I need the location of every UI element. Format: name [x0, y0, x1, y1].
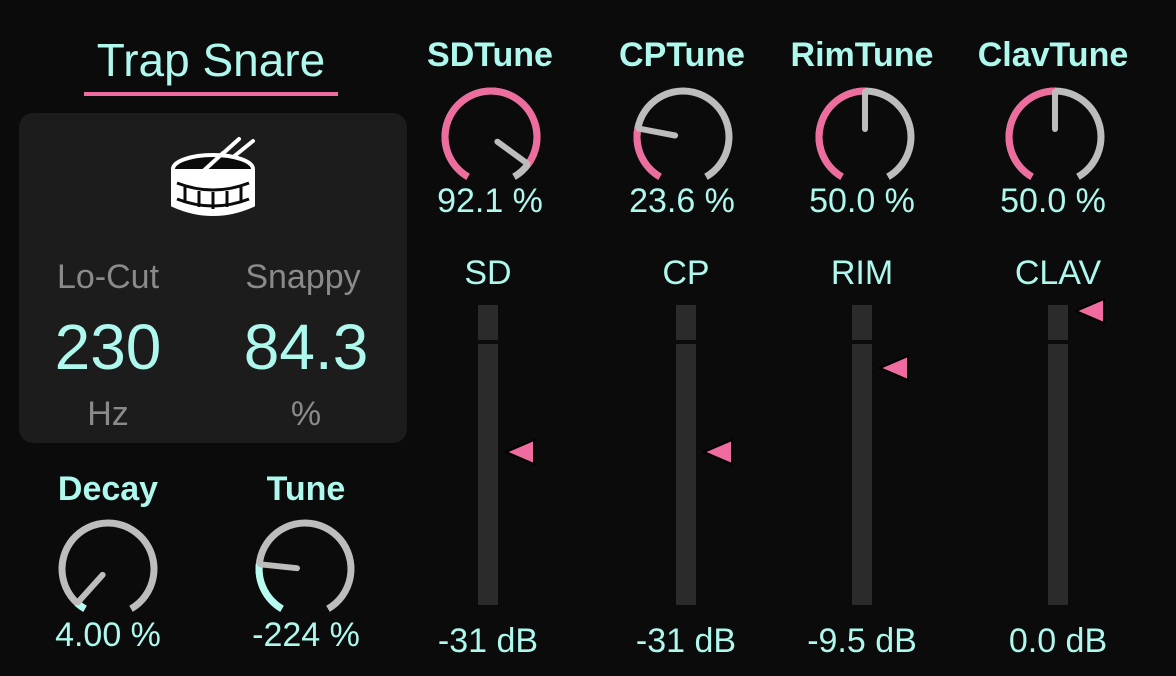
channel-fader-sd[interactable]: [478, 305, 498, 605]
locut-unit: Hz: [87, 395, 129, 433]
rimtune-value[interactable]: 50.0 %: [782, 182, 942, 221]
tune-knob[interactable]: [252, 516, 358, 622]
sdtune-knob[interactable]: [438, 84, 544, 190]
fader-marker-icon[interactable]: [701, 438, 734, 466]
fader-marker-icon[interactable]: [1073, 297, 1106, 325]
channel-label-cp: CP: [662, 254, 710, 292]
channel-fader-cp[interactable]: [676, 305, 696, 605]
fader-marker-icon[interactable]: [877, 354, 910, 382]
snappy-value[interactable]: 84.3: [218, 310, 394, 384]
locut-label: Lo-Cut: [56, 258, 160, 296]
clavtune-value[interactable]: 50.0 %: [973, 182, 1133, 221]
snappy-label: Snappy: [245, 258, 361, 296]
cptune-value[interactable]: 23.6 %: [602, 182, 762, 221]
tune-label: Tune: [266, 470, 346, 508]
decay-label: Decay: [57, 470, 159, 508]
channel-fader-clav[interactable]: [1048, 305, 1068, 605]
rimtune-knob[interactable]: [812, 84, 918, 190]
snare-drum-icon: [163, 135, 263, 227]
cptune-label: CPTune: [619, 36, 745, 74]
channel-label-sd: SD: [464, 254, 512, 292]
channel-label-rim: RIM: [830, 254, 894, 292]
channel-value-rim[interactable]: -9.5 dB: [792, 622, 932, 661]
fader-marker-icon[interactable]: [503, 438, 536, 466]
channel-value-clav[interactable]: 0.0 dB: [988, 622, 1128, 661]
cptune-knob[interactable]: [630, 84, 736, 190]
channel-value-cp[interactable]: -31 dB: [616, 622, 756, 661]
channel-label-clav: CLAV: [1014, 254, 1102, 292]
locut-value[interactable]: 230: [38, 310, 178, 384]
sdtune-value[interactable]: 92.1 %: [410, 182, 570, 221]
sdtune-label: SDTune: [427, 36, 553, 74]
clavtune-label: ClavTune: [977, 36, 1129, 74]
decay-value[interactable]: 4.00 %: [28, 616, 188, 655]
device-title: Trap Snare: [84, 28, 338, 96]
rimtune-label: RimTune: [790, 36, 934, 74]
snappy-unit: %: [290, 395, 322, 433]
decay-knob[interactable]: [55, 516, 161, 622]
tune-value[interactable]: -224 %: [226, 616, 386, 655]
channel-fader-rim[interactable]: [852, 305, 872, 605]
channel-value-sd[interactable]: -31 dB: [418, 622, 558, 661]
clavtune-knob[interactable]: [1002, 84, 1108, 190]
